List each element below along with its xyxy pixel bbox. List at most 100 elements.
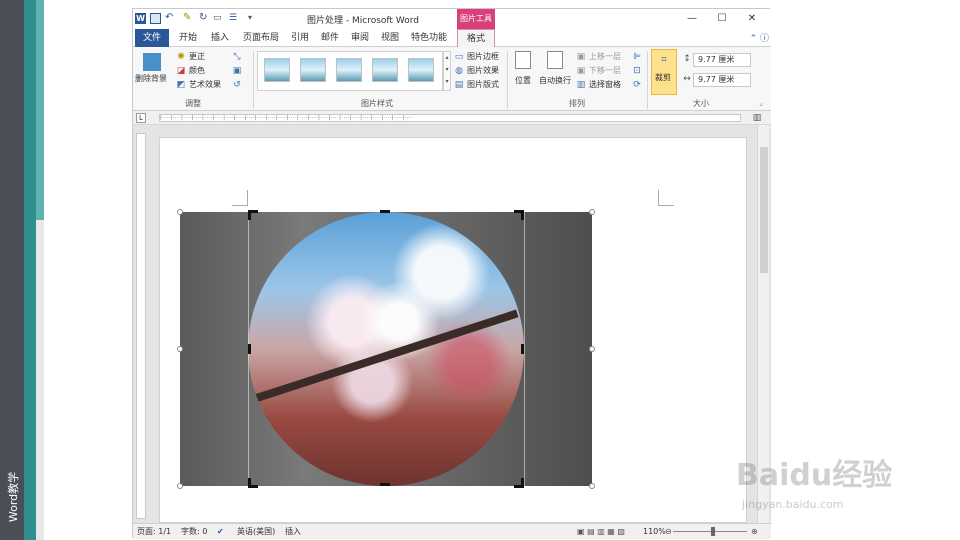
- picture-layout-icon: ▤: [454, 80, 464, 90]
- close-button[interactable]: ✕: [739, 11, 765, 27]
- group-icon[interactable]: ⊡: [631, 65, 643, 77]
- change-picture-icon[interactable]: ▣: [231, 65, 243, 77]
- tab-home[interactable]: 开始: [175, 29, 201, 47]
- position-button[interactable]: 位置: [515, 75, 531, 87]
- tab-view[interactable]: 视图: [377, 29, 403, 47]
- picture-style-thumb[interactable]: [300, 58, 326, 82]
- picture-style-thumb[interactable]: [372, 58, 398, 82]
- crop-handle-top-left[interactable]: [248, 210, 258, 220]
- color-button[interactable]: 颜色: [189, 65, 205, 77]
- resize-handle[interactable]: [177, 209, 183, 215]
- left-stripe-teal: [24, 0, 36, 540]
- picture-style-thumb[interactable]: [336, 58, 362, 82]
- picture-effects-button[interactable]: 图片效果: [467, 65, 499, 77]
- minimize-button[interactable]: —: [679, 11, 705, 27]
- resize-handle[interactable]: [589, 483, 595, 489]
- vertical-scroll-thumb[interactable]: [760, 147, 768, 273]
- remove-background-icon[interactable]: [143, 53, 161, 71]
- selection-pane-button[interactable]: 选择窗格: [589, 79, 621, 91]
- resize-handle[interactable]: [589, 346, 595, 352]
- tab-format[interactable]: 格式: [457, 29, 495, 47]
- redo-icon[interactable]: ↻: [199, 13, 210, 24]
- gallery-scroll-arrows[interactable]: ▴ ▾ ▾: [443, 51, 451, 91]
- crop-handle-bottom-left[interactable]: [248, 478, 258, 488]
- tab-mailings[interactable]: 邮件: [317, 29, 343, 47]
- align-icon[interactable]: ⊫: [631, 51, 643, 63]
- crop-handle-left[interactable]: [248, 344, 251, 354]
- document-page[interactable]: [159, 137, 747, 523]
- sidebar-caption: Word教学: [7, 471, 20, 523]
- tab-insert[interactable]: 插入: [207, 29, 233, 47]
- tab-references[interactable]: 引用: [287, 29, 313, 47]
- tab-page-layout[interactable]: 页面布局: [239, 29, 283, 47]
- zoom-slider[interactable]: [673, 531, 747, 532]
- vertical-ruler[interactable]: [136, 133, 146, 519]
- crop-handle-top[interactable]: [380, 210, 390, 213]
- zoom-in-icon[interactable]: ⊕: [751, 526, 758, 538]
- height-field[interactable]: 9.77 厘米: [693, 53, 751, 67]
- corrections-button[interactable]: 更正: [189, 51, 205, 63]
- crop-handle-top-right[interactable]: [514, 210, 524, 220]
- color-icon: ◪: [176, 66, 186, 76]
- page-count[interactable]: 页面: 1/1: [137, 526, 171, 538]
- remove-background-button[interactable]: 删除背景: [135, 73, 167, 85]
- position-icon[interactable]: [515, 51, 531, 69]
- proofing-icon[interactable]: ✔: [217, 526, 224, 538]
- zoom-level[interactable]: 110%: [643, 526, 666, 538]
- crop-handle-bottom[interactable]: [380, 483, 390, 486]
- ruler-toggle-icon[interactable]: ▥: [751, 112, 763, 124]
- picture-style-gallery[interactable]: [257, 51, 443, 91]
- baidu-watermark: Baidu经验 jingyan.baidu.com: [736, 452, 926, 522]
- picture-border-button[interactable]: 图片边框: [467, 51, 499, 63]
- baidu-logo: Baidu经验: [736, 458, 893, 493]
- word-count[interactable]: 字数: 0: [181, 526, 207, 538]
- compress-pictures-icon[interactable]: ⤡: [231, 51, 243, 63]
- zoom-slider-knob[interactable]: [711, 527, 715, 536]
- reset-picture-icon[interactable]: ↺: [231, 79, 243, 91]
- customize-toolbar-icon[interactable]: ▾: [248, 13, 259, 24]
- insert-mode-indicator[interactable]: 插入: [285, 526, 301, 538]
- horizontal-ruler: L |····|····|····|····|····|····|····|··…: [133, 111, 771, 125]
- zoom-out-icon[interactable]: ⊖: [665, 526, 672, 538]
- format-painter-icon[interactable]: ✎: [183, 13, 194, 24]
- word-window: W ↶ ✎ ↻ ▭ ☰ ▾ 图片处理 - Microsoft Word 图片工具…: [132, 8, 771, 539]
- tab-special-features[interactable]: 特色功能: [407, 29, 451, 47]
- picture-style-thumb[interactable]: [264, 58, 290, 82]
- cropped-picture[interactable]: [180, 212, 592, 486]
- ribbon-separator: [253, 51, 254, 109]
- resize-handle[interactable]: [589, 209, 595, 215]
- width-field[interactable]: 9.77 厘米: [693, 73, 751, 87]
- left-stripe-light-teal: [36, 0, 44, 220]
- undo-icon[interactable]: ↶: [165, 13, 176, 24]
- word-app-icon[interactable]: W: [135, 13, 146, 24]
- picture-layout-button[interactable]: 图片版式: [467, 79, 499, 91]
- maximize-button[interactable]: ☐: [709, 11, 735, 27]
- bring-forward-icon: ▣: [576, 52, 586, 62]
- resize-handle[interactable]: [177, 346, 183, 352]
- ruler-scale[interactable]: |····|····|····|····|····|····|····|····…: [159, 114, 741, 122]
- circle-cropped-photo: [248, 212, 524, 486]
- save-icon[interactable]: [150, 13, 161, 24]
- print-preview-icon[interactable]: ▭: [213, 13, 224, 24]
- tab-selector-icon[interactable]: L: [136, 113, 146, 123]
- view-mode-icons[interactable]: ▣ ▤ ▥ ▦ ▧: [577, 526, 625, 538]
- wrap-text-button[interactable]: 自动换行: [539, 75, 571, 87]
- send-backward-button[interactable]: 下移一层: [589, 65, 621, 77]
- wrap-text-icon[interactable]: [547, 51, 563, 69]
- resize-handle[interactable]: [177, 483, 183, 489]
- tab-review[interactable]: 审阅: [347, 29, 373, 47]
- ribbon-help-icons[interactable]: ⌃ ⓘ: [733, 31, 769, 45]
- tab-file[interactable]: 文件: [135, 29, 169, 47]
- bring-forward-button[interactable]: 上移一层: [589, 51, 621, 63]
- crop-button[interactable]: ⌗ 裁剪: [651, 49, 677, 95]
- crop-handle-bottom-right[interactable]: [514, 478, 524, 488]
- size-dialog-launcher-icon[interactable]: ⌟: [755, 97, 767, 109]
- rotate-icon[interactable]: ⟳: [631, 79, 643, 91]
- art-effects-button[interactable]: 艺术效果: [189, 79, 221, 91]
- language-indicator[interactable]: 英语(美国): [237, 526, 275, 538]
- crop-handle-right[interactable]: [521, 344, 524, 354]
- picture-style-thumb[interactable]: [408, 58, 434, 82]
- quick-access-more-icon[interactable]: ☰: [229, 13, 240, 24]
- picture-border-icon: ▭: [454, 52, 464, 62]
- picture-effects-icon: ◍: [455, 66, 463, 76]
